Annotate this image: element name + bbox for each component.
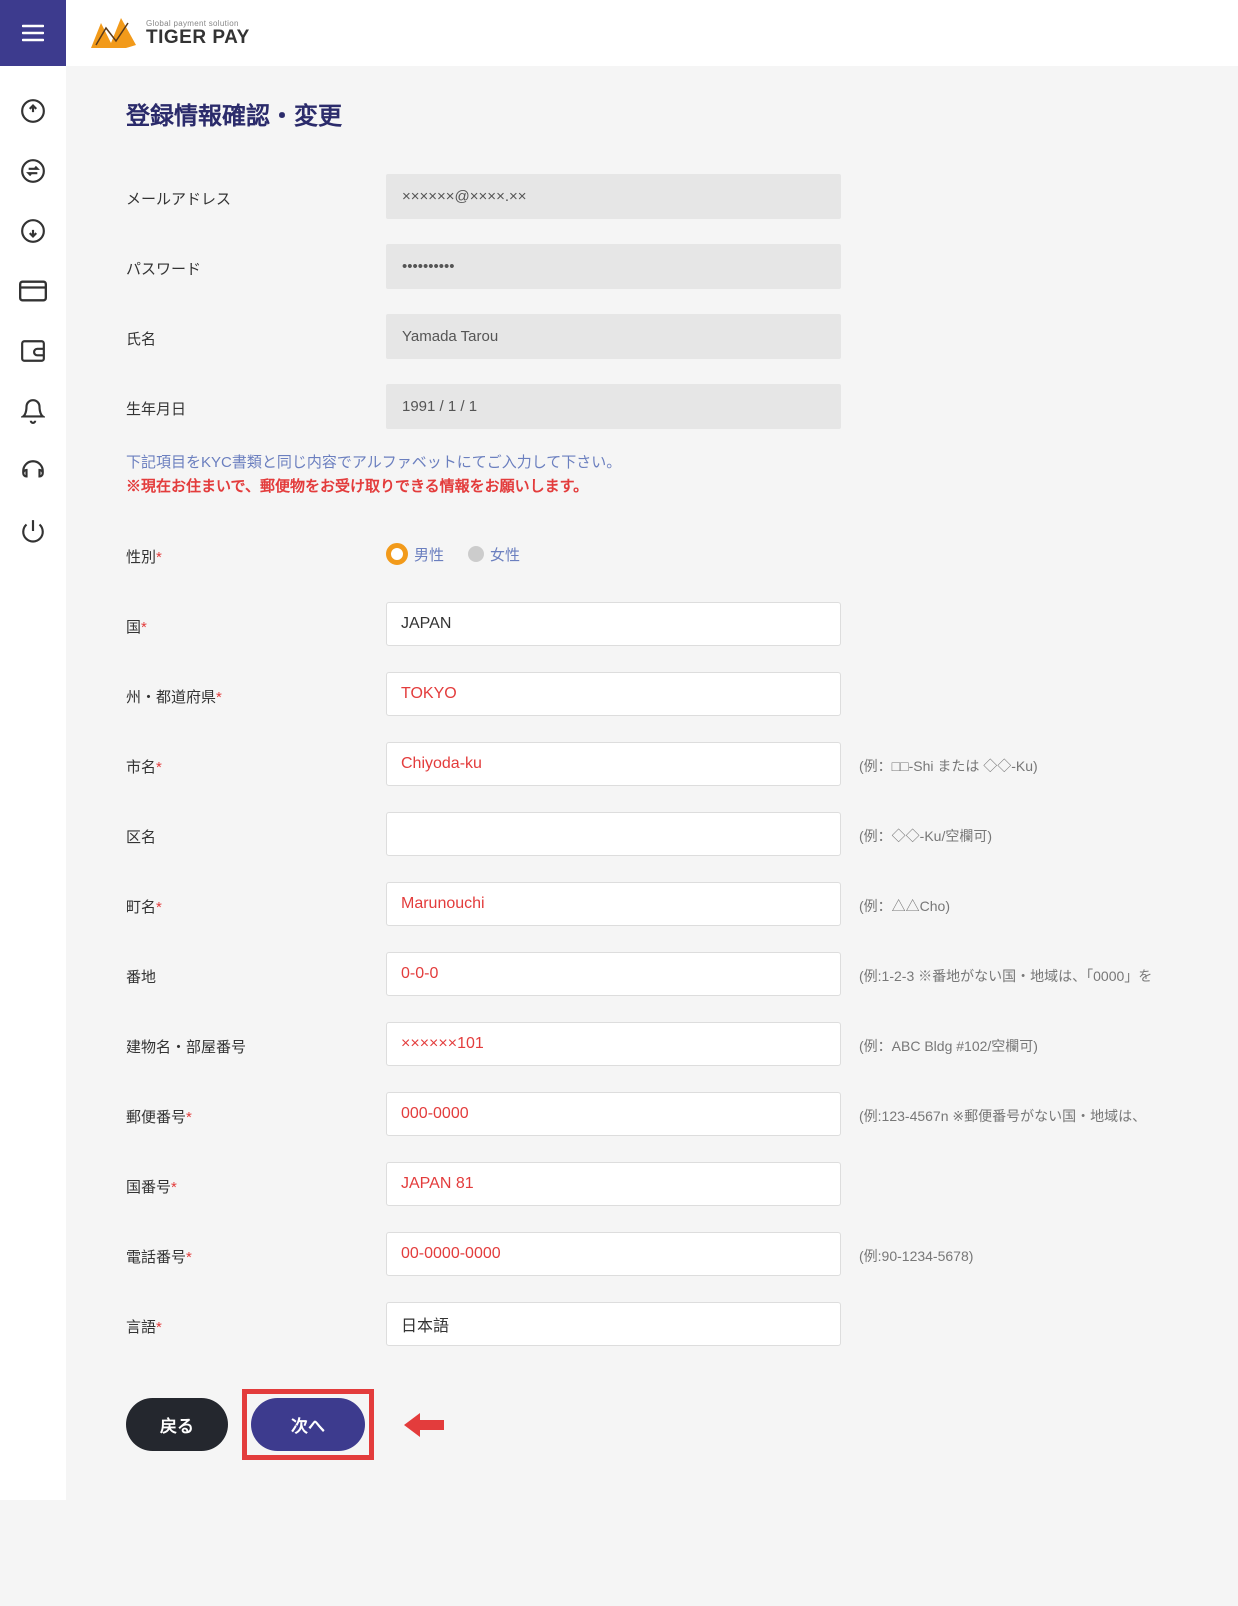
- town-input[interactable]: [386, 882, 841, 926]
- phone-label: 電話番号: [126, 1249, 186, 1266]
- email-label: メールアドレス: [126, 184, 386, 209]
- header: Global payment solution TIGER PAY: [66, 0, 1238, 66]
- password-value: ••••••••••: [386, 244, 841, 289]
- dob-value: 1991 / 1 / 1: [386, 384, 841, 429]
- postal-label: 郵便番号: [126, 1109, 186, 1126]
- email-value: ××××××@××××.××: [386, 174, 841, 219]
- name-label: 氏名: [126, 324, 386, 349]
- nav-headset-icon[interactable]: [18, 456, 48, 486]
- state-input[interactable]: [386, 672, 841, 716]
- state-label: 州・都道府県: [126, 689, 216, 706]
- phone-input[interactable]: [386, 1232, 841, 1276]
- gender-female-label: 女性: [490, 544, 520, 565]
- nav-deposit-icon[interactable]: [18, 96, 48, 126]
- gender-female-option[interactable]: 女性: [468, 544, 520, 565]
- dialcode-input[interactable]: [386, 1162, 841, 1206]
- language-label: 言語: [126, 1319, 156, 1336]
- notice-kyc: 下記項目をKYC書類と同じ内容でアルファベットにてご入力して下さい。: [126, 451, 1198, 475]
- block-label: 番地: [126, 969, 156, 986]
- next-button[interactable]: 次へ: [251, 1398, 365, 1451]
- nav-power-icon[interactable]: [18, 516, 48, 546]
- country-label: 国: [126, 619, 141, 636]
- notice-address: ※現在お住まいで、郵便物をお受け取りできる情報をお願いします。: [126, 475, 1198, 499]
- tiger-logo-icon: [86, 13, 138, 53]
- city-label: 市名: [126, 759, 156, 776]
- gender-male-label: 男性: [414, 544, 444, 565]
- town-hint: (例：△△Cho): [859, 892, 950, 916]
- dob-label: 生年月日: [126, 394, 386, 419]
- phone-hint: (例:90-1234-5678): [859, 1242, 973, 1266]
- hamburger-icon: [22, 24, 44, 42]
- radio-unselected-icon: [468, 546, 484, 562]
- ward-label: 区名: [126, 829, 156, 846]
- nav-bell-icon[interactable]: [18, 396, 48, 426]
- gender-label: 性別: [126, 549, 156, 566]
- arrow-left-icon: [404, 1411, 444, 1439]
- next-button-highlight: 次へ: [242, 1389, 374, 1460]
- city-hint: (例：□□-Shi または ◇◇-Ku): [859, 752, 1038, 776]
- city-input[interactable]: [386, 742, 841, 786]
- gender-male-option[interactable]: 男性: [386, 543, 444, 565]
- postal-input[interactable]: [386, 1092, 841, 1136]
- postal-hint: (例:123-4567n ※郵便番号がない国・地域は、: [859, 1102, 1146, 1126]
- building-input[interactable]: [386, 1022, 841, 1066]
- building-hint: (例：ABC Bldg #102/空欄可): [859, 1032, 1038, 1056]
- menu-toggle-button[interactable]: [0, 0, 66, 66]
- page-title: 登録情報確認・変更: [126, 96, 1198, 131]
- password-label: パスワード: [126, 254, 386, 279]
- country-input[interactable]: [386, 602, 841, 646]
- nav-withdraw-icon[interactable]: [18, 216, 48, 246]
- block-hint: (例:1-2-3 ※番地がない国・地域は、「0000」を: [859, 962, 1152, 986]
- nav-card-icon[interactable]: [18, 276, 48, 306]
- radio-selected-icon: [386, 543, 408, 565]
- brand-name: TIGER PAY: [146, 28, 250, 47]
- ward-hint: (例：◇◇-Ku/空欄可): [859, 822, 992, 846]
- dialcode-label: 国番号: [126, 1179, 171, 1196]
- back-button[interactable]: 戻る: [126, 1398, 228, 1451]
- town-label: 町名: [126, 899, 156, 916]
- sidebar: [0, 0, 66, 1500]
- nav-exchange-icon[interactable]: [18, 156, 48, 186]
- name-value: Yamada Tarou: [386, 314, 841, 359]
- building-label: 建物名・部屋番号: [126, 1039, 246, 1056]
- nav-wallet-icon[interactable]: [18, 336, 48, 366]
- language-input[interactable]: [386, 1302, 841, 1346]
- block-input[interactable]: [386, 952, 841, 996]
- ward-input[interactable]: [386, 812, 841, 856]
- brand-logo[interactable]: Global payment solution TIGER PAY: [86, 13, 250, 53]
